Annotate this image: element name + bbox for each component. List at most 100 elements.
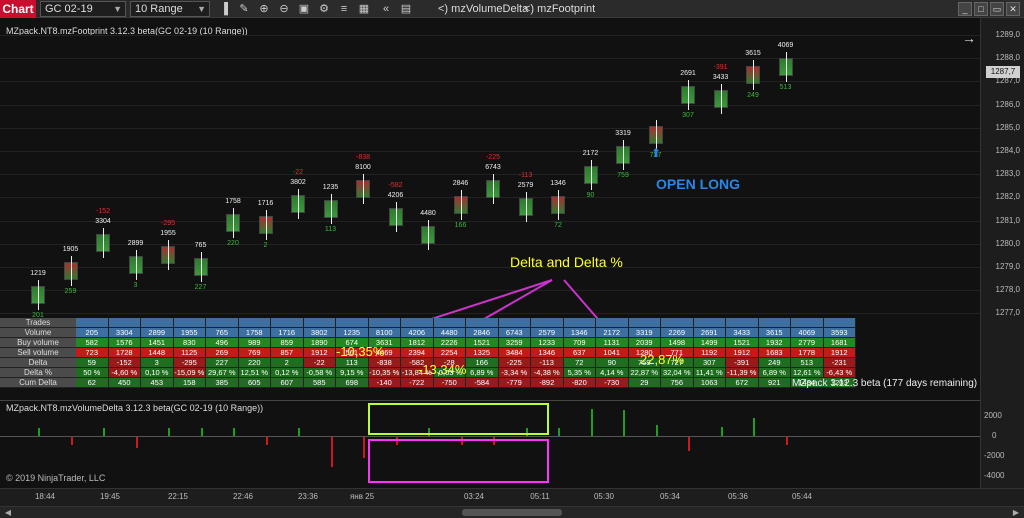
close-button[interactable]: ✕ <box>1006 2 1020 16</box>
stats-row: Volume 205 3304 2899 1955 765 1758 1716 3802 1235… <box>0 328 860 338</box>
indicator-icon[interactable]: ≡ <box>336 1 352 17</box>
stats-cell: 3304 <box>108 328 141 338</box>
stats-cell: 2254 <box>433 348 466 358</box>
stats-cell: 6,89 % <box>466 368 499 378</box>
stats-cell: 1063 <box>693 378 726 388</box>
stats-cell <box>141 318 174 328</box>
maximize-button[interactable]: □ <box>974 2 988 16</box>
callout-delta-c: 22,87% <box>640 352 685 367</box>
pencil-icon[interactable]: ✎ <box>236 1 252 17</box>
copyright-text: © 2019 NinjaTrader, LLC <box>6 473 106 483</box>
horizontal-scrollbar[interactable]: ◀ ▶ <box>0 506 1024 518</box>
stats-cell: 1758 <box>238 328 271 338</box>
stats-cell: 22,87 % <box>628 368 661 378</box>
price-tick: 1278,0 <box>995 285 1020 295</box>
callout-delta-a: -10,35% <box>336 344 385 359</box>
stats-cell: 582 <box>76 338 109 348</box>
stats-cell: 513 <box>791 358 824 368</box>
stats-cell: -0,58 % <box>303 368 336 378</box>
collapse-icon[interactable]: « <box>378 1 394 17</box>
stats-cell <box>628 318 661 328</box>
time-axis[interactable]: 18:44 19:45 22:15 22:46 23:36 янв 25 03:24 05:1… <box>0 488 1024 506</box>
stats-cell: -4,60 % <box>108 368 141 378</box>
stats-cell: 6,89 % <box>758 368 791 378</box>
stats-cell: 830 <box>173 338 206 348</box>
price-tick: 1281,0 <box>995 215 1020 225</box>
zoom-out-icon[interactable]: ⊖ <box>276 1 292 17</box>
stats-cell: 1932 <box>758 338 791 348</box>
chart-tab[interactable]: Chart <box>0 0 36 18</box>
stats-cell: -820 <box>563 378 596 388</box>
grid2-icon[interactable]: ▤ <box>398 1 414 17</box>
scroll-thumb[interactable] <box>462 509 562 516</box>
stats-cell: 227 <box>206 358 239 368</box>
grid-icon[interactable]: ▦ <box>356 1 372 17</box>
volume-delta-bar <box>200 428 203 436</box>
strategy-icon[interactable]: ⚙ <box>316 1 332 17</box>
stats-cell: 4206 <box>401 328 434 338</box>
stats-cell <box>726 318 759 328</box>
indicator-tab-footprint[interactable]: <) mzFootprint <box>524 1 595 17</box>
stats-cell: 1521 <box>726 338 759 348</box>
stats-cell <box>336 318 369 328</box>
scroll-left-icon[interactable]: ◀ <box>2 508 14 518</box>
stats-cell: 220 <box>238 358 271 368</box>
stats-cell: 1346 <box>563 328 596 338</box>
stats-cell: 2039 <box>628 338 661 348</box>
bars-icon[interactable]: ▐ <box>216 1 232 17</box>
stats-cell: 765 <box>206 328 239 338</box>
stats-cell: 453 <box>141 378 174 388</box>
license-watermark: MZpack 3.12.3 beta (177 days remaining) <box>792 378 978 389</box>
stats-cell: -892 <box>531 378 564 388</box>
time-tick: 22:46 <box>232 492 254 501</box>
negative-delta-highlight <box>368 439 549 483</box>
stats-cell <box>368 318 401 328</box>
stats-cell: 5,35 % <box>563 368 596 378</box>
bar-type-selector[interactable]: 10 Range ▼ <box>130 1 210 17</box>
volume-delta-bar <box>233 428 235 436</box>
stats-cell <box>498 318 531 328</box>
volume-delta-bar <box>655 425 658 436</box>
stats-cell: -779 <box>498 378 531 388</box>
volume-delta-panel[interactable]: MZpack.NT8.mzVolumeDelta 3.12.3 beta(GC … <box>0 400 980 488</box>
time-tick: 18:44 <box>34 492 56 501</box>
stats-cell: 0,10 % <box>141 368 174 378</box>
zoom-in-icon[interactable]: ⊕ <box>256 1 272 17</box>
volume-delta-bar <box>558 428 560 436</box>
stats-cell: 3433 <box>726 328 759 338</box>
stats-cell: 605 <box>238 378 271 388</box>
stats-cell: 249 <box>758 358 791 368</box>
volume-delta-bar <box>103 428 105 436</box>
stats-cell <box>433 318 466 328</box>
minimize-button[interactable]: _ <box>958 2 972 16</box>
restore-button[interactable]: ▭ <box>990 2 1004 16</box>
instrument-selector[interactable]: GC 02-19 ▼ <box>40 1 126 17</box>
properties-icon[interactable]: ▣ <box>296 1 312 17</box>
stats-cell: -22 <box>303 358 336 368</box>
stats-cell: 1812 <box>401 338 434 348</box>
stats-row-label: Delta % <box>0 368 76 378</box>
stats-cell: -6,43 % <box>823 368 856 378</box>
volume-delta-bar <box>38 428 40 436</box>
price-tick: 1288,0 <box>995 53 1020 63</box>
stats-cell: 2779 <box>791 338 824 348</box>
stats-row-label: Sell volume <box>0 348 76 358</box>
stats-cell: 857 <box>271 348 304 358</box>
volume-delta-bar <box>135 437 138 448</box>
stats-cell <box>173 318 206 328</box>
stats-cell: 1131 <box>596 338 629 348</box>
stats-cell: 2579 <box>531 328 564 338</box>
indicator-tab-volumedelta[interactable]: <) mzVolumeDelta <box>438 1 528 17</box>
time-tick: 03:24 <box>463 492 485 501</box>
stats-cell: 1346 <box>531 348 564 358</box>
indicator2-label: mzFootprint <box>537 3 596 15</box>
time-tick: 19:45 <box>99 492 121 501</box>
volume-delta-bar <box>720 427 723 436</box>
stats-cell: 1499 <box>693 338 726 348</box>
stats-cell: 12,51 % <box>238 368 271 378</box>
time-tick: 05:44 <box>791 492 813 501</box>
stats-cell: 585 <box>303 378 336 388</box>
stats-row: Trades <box>0 318 860 328</box>
scroll-right-icon[interactable]: ▶ <box>1010 508 1022 518</box>
stats-cell <box>823 318 856 328</box>
